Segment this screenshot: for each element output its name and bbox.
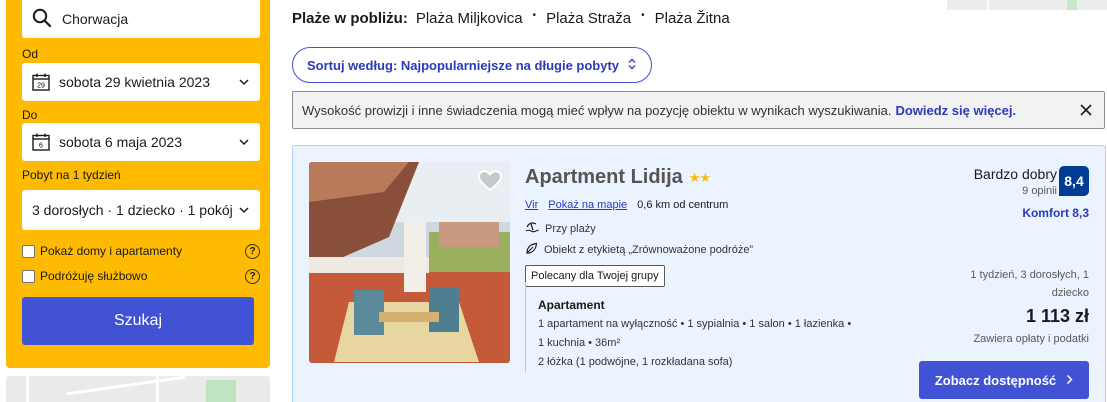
checkin-label: Od — [22, 47, 39, 61]
checkin-date-field[interactable]: 29 sobota 29 kwietnia 2023 — [22, 63, 260, 101]
review-score-badge[interactable]: 8,4 — [1059, 166, 1089, 196]
separator-dot: • — [641, 10, 645, 21]
homes-checkbox-row: Pokaż domy i apartamenty ? — [22, 242, 260, 260]
property-title[interactable]: Apartment Lidija — [525, 166, 683, 189]
sort-button-label: Sortuj według: Najpopularniejsze na dług… — [307, 57, 620, 73]
taxes-note: Zawiera opłaty i podatki — [973, 333, 1089, 345]
guests-select[interactable]: 3 dorosłych · 1 dziecko · 1 pokój — [22, 190, 260, 230]
beach-link[interactable]: Plaża Miljkovica — [416, 10, 523, 27]
chevron-right-icon — [1066, 373, 1073, 388]
chevron-down-icon — [238, 138, 250, 146]
notice-text: Wysokość prowizji i inne świadczenia mog… — [302, 102, 892, 118]
separator-dot: • — [532, 10, 537, 21]
unit-description: 1 apartament na wyłączność • 1 sypialnia… — [538, 318, 852, 330]
destination-input[interactable]: Chorwacja — [22, 0, 260, 38]
price: 1 113 zł — [1025, 306, 1089, 326]
review-count: 9 opinii — [1022, 185, 1057, 197]
beaches-label: Plaże w pobliżu: — [292, 10, 408, 27]
map-preview[interactable] — [6, 376, 270, 402]
beach-feature-label: Przy plaży — [545, 222, 596, 235]
checkout-date-value: sobota 6 maja 2023 — [59, 134, 182, 150]
business-checkbox-row: Podróżuję służbowo ? — [22, 267, 260, 285]
stay-info: 1 tydzień, 3 dorosłych, 1 dziecko — [970, 269, 1089, 299]
beach-link[interactable]: Plaża Žitna — [655, 10, 730, 27]
checkout-label: Do — [22, 108, 38, 122]
unit-name: Apartament — [538, 298, 605, 312]
sort-arrows-icon — [627, 58, 637, 73]
beach-icon — [525, 221, 539, 236]
map-corner[interactable] — [947, 0, 1107, 10]
town-link[interactable]: Vir — [525, 199, 538, 211]
close-icon[interactable] — [1080, 104, 1092, 116]
calendar-icon: 29 — [32, 73, 50, 91]
cta-label: Zobacz dostępność — [934, 372, 1057, 388]
show-on-map-link[interactable]: Pokaż na mapie — [548, 199, 627, 211]
svg-text:6: 6 — [39, 143, 43, 150]
search-results-page: Chorwacja Od 29 sobota 29 kwietnia 2023 … — [0, 0, 1107, 402]
calendar-icon: 6 — [32, 133, 50, 151]
search-sidebar: Chorwacja Od 29 sobota 29 kwietnia 2023 … — [6, 0, 270, 368]
checkout-date-field[interactable]: 6 sobota 6 maja 2023 — [22, 123, 260, 161]
save-heart-icon[interactable] — [478, 170, 502, 197]
sort-button[interactable]: Sortuj według: Najpopularniejsze na dług… — [292, 47, 653, 83]
business-checkbox-label[interactable]: Podróżuję służbowo — [40, 269, 147, 283]
nearby-beaches: Plaże w pobliżu: Plaża Miljkovica • Plaż… — [292, 10, 730, 27]
property-card: Apartment Lidija ★★ Vir Pokaż na mapie 0… — [292, 145, 1106, 402]
commission-notice: Wysokość prowizji i inne świadczenia mog… — [292, 91, 1105, 129]
see-availability-button[interactable]: Zobacz dostępność — [919, 361, 1089, 399]
stay-length-label: Pobyt na 1 tydzień — [22, 168, 121, 182]
sustainable-feature: Obiekt z etykietą „Zrównoważone podróże” — [525, 242, 753, 258]
chevron-down-icon — [238, 206, 250, 214]
rating-word: Bardzo dobry — [973, 166, 1057, 182]
location-row: Vir Pokaż na mapie 0,6 km od centrum — [525, 199, 728, 211]
star-rating: ★★ — [688, 169, 711, 185]
guests-value: 3 dorosłych · 1 dziecko · 1 pokój — [32, 202, 233, 218]
checkin-date-value: sobota 29 kwietnia 2023 — [59, 74, 210, 90]
destination-value: Chorwacja — [62, 11, 129, 27]
unit-details: Apartament 1 apartament na wyłączność • … — [525, 282, 889, 372]
svg-text:29: 29 — [37, 83, 45, 90]
business-checkbox[interactable] — [22, 269, 35, 283]
property-photo[interactable] — [309, 162, 510, 363]
chevron-down-icon — [238, 78, 250, 86]
unit-description-cont: 1 kuchnia • 36m² — [538, 337, 621, 349]
leaf-icon — [525, 242, 538, 258]
help-icon[interactable]: ? — [245, 268, 260, 284]
search-button[interactable]: Szukaj — [22, 297, 254, 345]
sustainable-label: Obiekt z etykietą „Zrównoważone podróże” — [544, 244, 754, 256]
property-title-row: Apartment Lidija ★★ — [525, 166, 711, 189]
distance-text: 0,6 km od centrum — [637, 199, 729, 211]
beach-link[interactable]: Plaża Straža — [546, 10, 631, 27]
help-icon[interactable]: ? — [245, 243, 260, 259]
homes-checkbox-label[interactable]: Pokaż domy i apartamenty — [40, 244, 182, 258]
beach-feature: Przy plaży — [525, 221, 596, 236]
unit-beds: 2 łóżka (1 podwójne, 1 rozkładana sofa) — [538, 356, 733, 368]
search-icon — [32, 8, 62, 31]
homes-checkbox[interactable] — [22, 244, 35, 258]
learn-more-link[interactable]: Dowiedz się więcej. — [895, 103, 1016, 118]
comfort-score: Komfort 8,3 — [1022, 206, 1089, 220]
